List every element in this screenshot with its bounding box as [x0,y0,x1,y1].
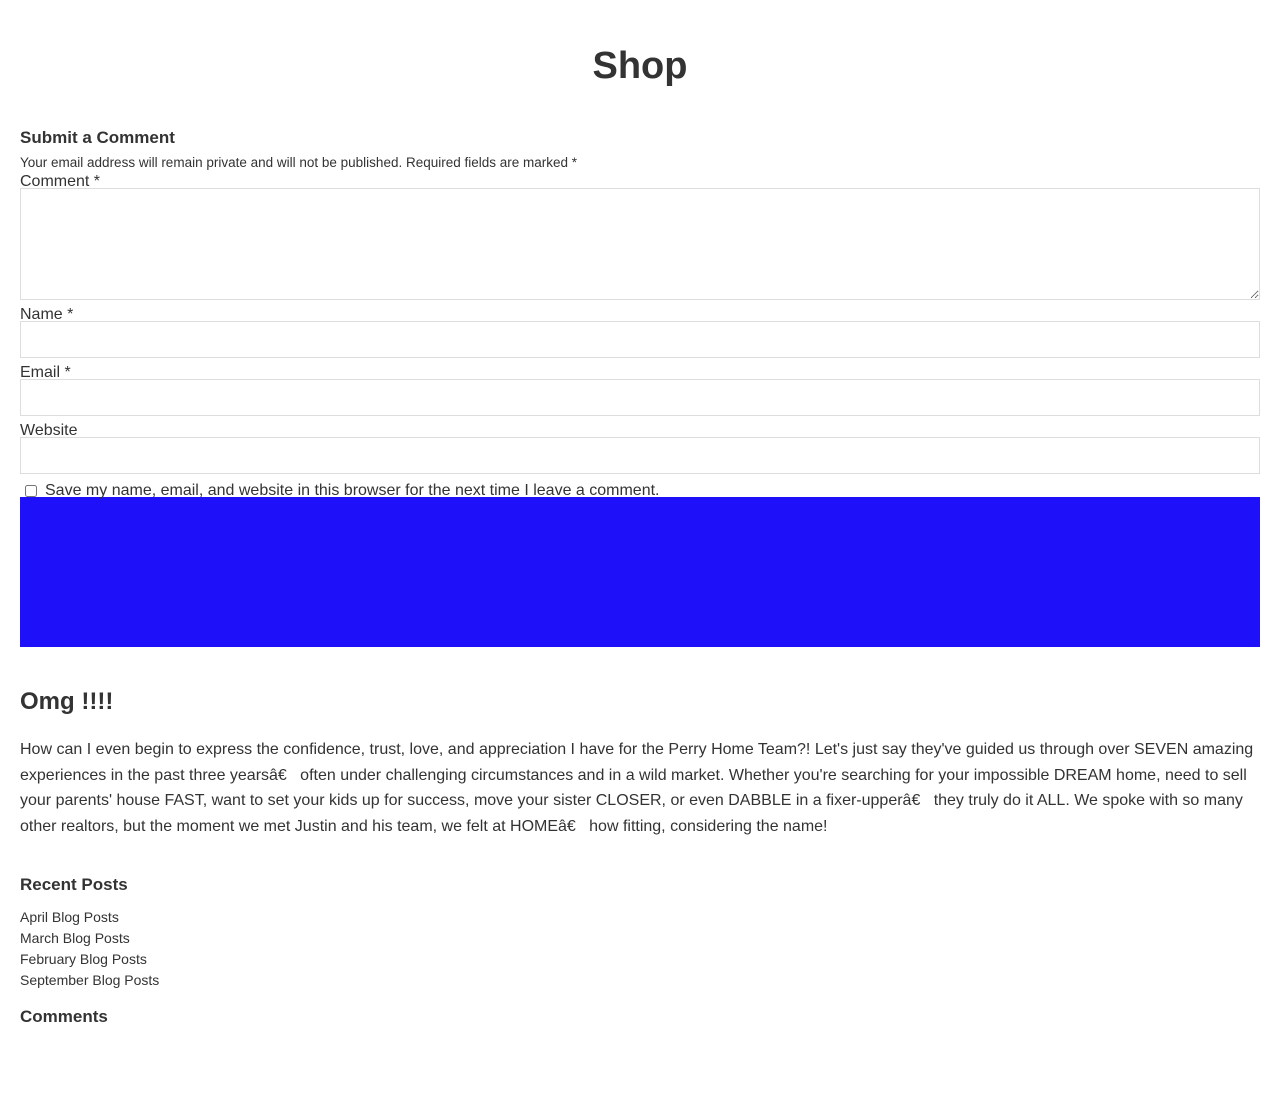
list-item: February Blog Posts [20,949,1260,970]
list-item: April Blog Posts [20,907,1260,928]
post: Omg !!!! How can I even begin to express… [20,687,1260,839]
comment-textarea[interactable] [20,188,1260,300]
post-body: How can I even begin to express the conf… [20,741,1254,835]
comments-heading: Comments [20,1007,108,1026]
recent-post-link[interactable]: September Blog Posts [20,972,159,988]
submit-comment-button[interactable] [20,497,1260,647]
sidebar: Recent Posts April Blog Posts March Blog… [20,873,1260,1029]
save-info-row: Save my name, email, and website in this… [20,482,1260,499]
email-input[interactable] [20,379,1260,416]
list-item: March Blog Posts [20,928,1260,949]
website-input[interactable] [20,437,1260,474]
page: Shop Submit a Comment Your email address… [0,0,1280,1029]
recent-posts-heading: Recent Posts [20,875,128,894]
list-item: September Blog Posts [20,970,1260,991]
page-title: Shop [592,45,688,87]
comment-label: Comment * [20,173,101,190]
recent-post-link[interactable]: April Blog Posts [20,909,119,925]
save-info-checkbox[interactable] [25,484,37,497]
save-info-label: Save my name, email, and website in this… [45,482,660,499]
email-label: Email * [20,364,71,381]
name-input[interactable] [20,321,1260,358]
privacy-note: Your email address will remain private a… [20,155,578,170]
recent-post-link[interactable]: March Blog Posts [20,930,130,946]
recent-posts-list: April Blog Posts March Blog Posts Februa… [20,907,1260,991]
name-label: Name * [20,306,74,323]
recent-post-link[interactable]: February Blog Posts [20,951,147,967]
post-title: Omg !!!! [20,688,114,715]
website-label: Website [20,422,78,439]
comment-form: Submit a Comment Your email address will… [20,126,1260,647]
comment-form-heading: Submit a Comment [20,128,175,147]
